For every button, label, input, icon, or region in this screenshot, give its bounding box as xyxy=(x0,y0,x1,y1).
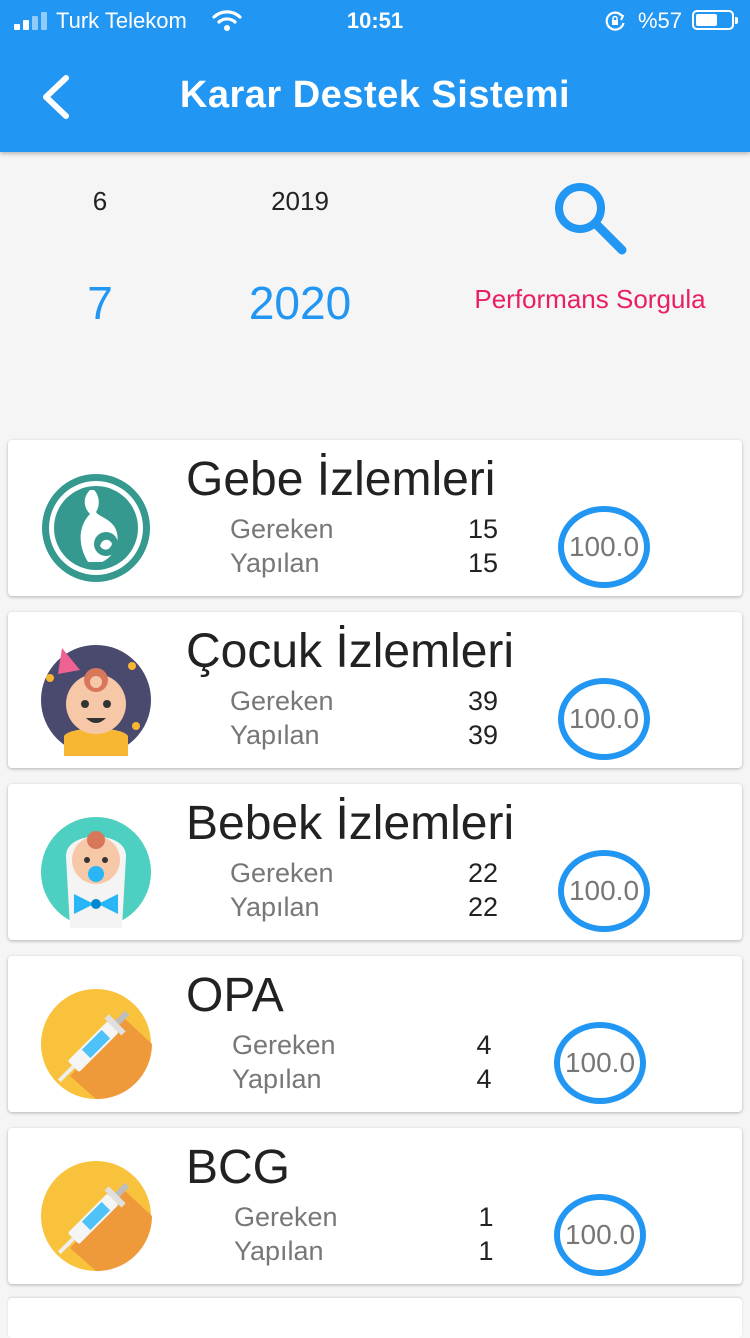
card-title: OPA xyxy=(186,969,284,1022)
done-value: 1 xyxy=(478,1236,494,1266)
status-bar: Turk Telekom 10:51 %57 xyxy=(0,0,750,40)
list-item-card[interactable]: OPA Gereken Yapılan 4 4 100.0 xyxy=(8,956,742,1112)
month-picker-selected[interactable]: 7 xyxy=(60,276,140,330)
score-circle: 100.0 xyxy=(554,1022,646,1104)
syringe-icon xyxy=(41,1161,152,1272)
score-circle: 100.0 xyxy=(558,850,650,932)
year-picker-selected[interactable]: 2020 xyxy=(220,276,380,330)
card-title: Çocuk İzlemleri xyxy=(186,625,515,678)
done-value: 15 xyxy=(467,548,499,578)
card-title: BCG xyxy=(186,1141,291,1194)
done-value: 4 xyxy=(476,1064,492,1094)
child-icon xyxy=(41,645,151,756)
required-value: 15 xyxy=(467,514,499,544)
required-label: Gereken xyxy=(230,858,334,888)
search-icon[interactable] xyxy=(548,178,630,258)
score-circle: 100.0 xyxy=(558,506,650,588)
page-title: Karar Destek Sistemi xyxy=(179,74,571,116)
score-circle: 100.0 xyxy=(558,678,650,760)
performance-query-button[interactable]: Performans Sorgula xyxy=(455,284,725,315)
required-value: 39 xyxy=(467,686,499,716)
done-value: 39 xyxy=(467,720,499,750)
list-item-card[interactable]: Bebek İzlemleri Gereken Yapılan 22 22 10… xyxy=(8,784,742,940)
year-picker-prev[interactable]: 2019 xyxy=(240,186,360,217)
month-picker-prev[interactable]: 6 xyxy=(60,186,140,217)
card-title: Gebe İzlemleri xyxy=(186,453,496,506)
required-value: 22 xyxy=(467,858,499,888)
app-header: Turk Telekom 10:51 %57 Karar Destek Sist… xyxy=(0,0,750,152)
syringe-icon xyxy=(41,989,152,1100)
done-value: 22 xyxy=(467,892,499,922)
score-circle: 100.0 xyxy=(554,1194,646,1276)
baby-icon xyxy=(41,817,151,928)
done-label: Yapılan xyxy=(234,1236,324,1266)
battery-percent: %57 xyxy=(638,8,683,33)
done-label: Yapılan xyxy=(230,892,320,922)
required-label: Gereken xyxy=(230,686,334,716)
list-item-card[interactable]: BCG Gereken Yapılan 1 1 100.0 xyxy=(8,1128,742,1284)
card-title: Bebek İzlemleri xyxy=(186,797,515,850)
done-label: Yapılan xyxy=(230,720,320,750)
done-label: Yapılan xyxy=(230,548,320,578)
list-item-card[interactable]: Çocuk İzlemleri Gereken Yapılan 39 39 10… xyxy=(8,612,742,768)
required-value: 4 xyxy=(476,1030,492,1060)
required-label: Gereken xyxy=(232,1030,336,1060)
rotation-lock-icon xyxy=(605,11,625,31)
pregnancy-icon xyxy=(42,474,150,582)
required-label: Gereken xyxy=(230,514,334,544)
list-item-card[interactable]: Gebe İzlemleri Gereken Yapılan 15 15 100… xyxy=(8,440,742,596)
done-label: Yapılan xyxy=(232,1064,322,1094)
battery-icon xyxy=(692,10,738,30)
list-item-card-partial xyxy=(8,1298,742,1338)
required-label: Gereken xyxy=(234,1202,338,1232)
required-value: 1 xyxy=(478,1202,494,1232)
